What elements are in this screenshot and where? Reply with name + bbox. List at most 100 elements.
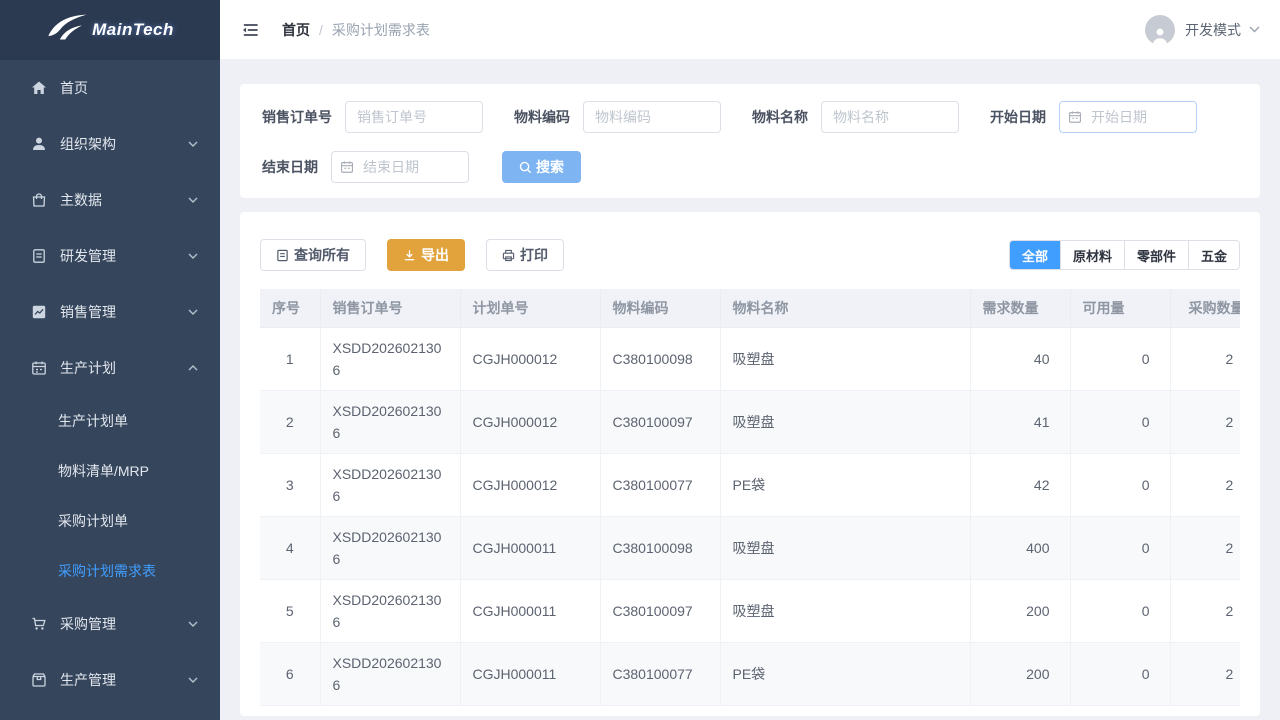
cell-demand-qty: 200 bbox=[970, 579, 1070, 642]
search-button[interactable]: 搜索 bbox=[502, 151, 581, 183]
breadcrumb-separator: / bbox=[319, 22, 323, 38]
download-icon bbox=[403, 249, 416, 262]
tab-label: 零部件 bbox=[1137, 246, 1176, 265]
end-date-input[interactable] bbox=[331, 151, 469, 183]
cell-sn: 1 bbox=[260, 327, 320, 390]
sidebar-item-label: 销售管理 bbox=[60, 302, 116, 322]
tab-all[interactable]: 全部 bbox=[1010, 241, 1060, 269]
cell-plan-no: CGJH000012 bbox=[460, 327, 600, 390]
sidebar-subitem-bom-mrp[interactable]: 物料清单/MRP bbox=[0, 446, 220, 496]
cart-icon bbox=[30, 616, 47, 633]
query-all-label: 查询所有 bbox=[294, 245, 350, 265]
category-tab-group: 全部 原材料 零部件 五金 bbox=[1009, 240, 1240, 270]
sidebar-item-home[interactable]: 首页 bbox=[0, 60, 220, 116]
tab-hardware[interactable]: 五金 bbox=[1188, 241, 1239, 269]
cell-available-qty: 0 bbox=[1070, 453, 1170, 516]
cell-purchase-qty: 2 bbox=[1170, 642, 1240, 705]
sidebar-subitem-label: 采购计划需求表 bbox=[58, 561, 156, 581]
chevron-down-icon bbox=[188, 621, 198, 627]
chart-icon bbox=[30, 304, 47, 321]
cell-material-code: C380100097 bbox=[600, 390, 720, 453]
material-name-label: 物料名称 bbox=[752, 107, 808, 127]
brand-logo: MainTech bbox=[0, 0, 220, 60]
table-panel: 查询所有 导出 打印 全部 原材料 bbox=[240, 212, 1260, 716]
sidebar-subitem-label: 生产计划单 bbox=[58, 411, 128, 431]
tab-parts[interactable]: 零部件 bbox=[1124, 241, 1188, 269]
breadcrumb-home[interactable]: 首页 bbox=[282, 20, 310, 40]
document-icon bbox=[276, 249, 289, 262]
sidebar-item-label: 生产计划 bbox=[60, 358, 116, 378]
filter-material-code: 物料编码 bbox=[514, 101, 721, 133]
user-icon bbox=[30, 136, 47, 153]
brand-name: MainTech bbox=[92, 20, 174, 40]
export-button[interactable]: 导出 bbox=[387, 239, 465, 271]
calendar-icon bbox=[30, 360, 47, 377]
sidebar-subitem-label: 采购计划单 bbox=[58, 511, 128, 531]
sidebar-subitem-production-plan-order[interactable]: 生产计划单 bbox=[0, 396, 220, 446]
cell-available-qty: 0 bbox=[1070, 516, 1170, 579]
sidebar-submenu-production-plan: 生产计划单 物料清单/MRP 采购计划单 采购计划需求表 bbox=[0, 396, 220, 596]
sidebar-subitem-purchase-plan-demand[interactable]: 采购计划需求表 bbox=[0, 546, 220, 596]
col-header-sn: 序号 bbox=[260, 289, 320, 327]
cell-material-name: 吸塑盘 bbox=[720, 579, 970, 642]
tab-label: 五金 bbox=[1201, 246, 1227, 265]
table-row: 2 XSDD2026021306 CGJH000012 C380100097 吸… bbox=[260, 390, 1240, 453]
material-code-input[interactable] bbox=[583, 101, 721, 133]
cell-sn: 4 bbox=[260, 516, 320, 579]
cell-plan-no: CGJH000011 bbox=[460, 579, 600, 642]
cell-plan-no: CGJH000011 bbox=[460, 516, 600, 579]
sidebar-item-rd-management[interactable]: 研发管理 bbox=[0, 228, 220, 284]
document-icon bbox=[30, 248, 47, 265]
sidebar-item-master-data[interactable]: 主数据 bbox=[0, 172, 220, 228]
cell-material-code: C380100077 bbox=[600, 453, 720, 516]
cell-demand-qty: 42 bbox=[970, 453, 1070, 516]
sidebar-nav: 首页 组织架构 主数据 研发管理 bbox=[0, 60, 220, 708]
query-all-button[interactable]: 查询所有 bbox=[260, 239, 366, 271]
avatar bbox=[1145, 15, 1175, 45]
sidebar-item-label: 生产管理 bbox=[60, 670, 116, 690]
material-name-input[interactable] bbox=[821, 101, 959, 133]
cell-sales-order: XSDD2026021306 bbox=[320, 453, 460, 516]
cell-material-code: C380100077 bbox=[600, 642, 720, 705]
chevron-up-icon bbox=[188, 365, 198, 371]
col-header-plan-no: 计划单号 bbox=[460, 289, 600, 327]
sidebar-subitem-purchase-plan-order[interactable]: 采购计划单 bbox=[0, 496, 220, 546]
sidebar-item-production-plan[interactable]: 生产计划 bbox=[0, 340, 220, 396]
cell-material-name: 吸塑盘 bbox=[720, 327, 970, 390]
cell-material-code: C380100098 bbox=[600, 327, 720, 390]
cell-material-code: C380100097 bbox=[600, 579, 720, 642]
cell-sales-order: XSDD2026021306 bbox=[320, 642, 460, 705]
chevron-down-icon bbox=[188, 197, 198, 203]
cell-material-name: PE袋 bbox=[720, 453, 970, 516]
cell-sn: 2 bbox=[260, 390, 320, 453]
search-icon bbox=[519, 161, 532, 174]
filter-start-date: 开始日期 bbox=[990, 101, 1197, 133]
col-header-purchase-qty: 采购数量 bbox=[1170, 289, 1240, 327]
print-button[interactable]: 打印 bbox=[486, 239, 564, 271]
cell-sales-order: XSDD2026021306 bbox=[320, 390, 460, 453]
col-header-available-qty: 可用量 bbox=[1070, 289, 1170, 327]
sidebar-item-organization[interactable]: 组织架构 bbox=[0, 116, 220, 172]
table-row: 6 XSDD2026021306 CGJH000011 C380100077 P… bbox=[260, 642, 1240, 705]
tab-raw-material[interactable]: 原材料 bbox=[1060, 241, 1124, 269]
chevron-down-icon bbox=[188, 677, 198, 683]
col-header-material-code: 物料编码 bbox=[600, 289, 720, 327]
cell-material-name: 吸塑盘 bbox=[720, 390, 970, 453]
cell-purchase-qty: 2 bbox=[1170, 516, 1240, 579]
sales-order-input[interactable] bbox=[345, 101, 483, 133]
cell-sales-order: XSDD2026021306 bbox=[320, 327, 460, 390]
sidebar: MainTech 首页 组织架构 主数据 bbox=[0, 0, 220, 720]
data-table-container[interactable]: 序号 销售订单号 计划单号 物料编码 物料名称 需求数量 可用量 采购数量 1 … bbox=[260, 289, 1240, 706]
sidebar-item-production-management[interactable]: 生产管理 bbox=[0, 652, 220, 708]
sidebar-item-procurement-management[interactable]: 采购管理 bbox=[0, 596, 220, 652]
cell-material-code: C380100098 bbox=[600, 516, 720, 579]
sidebar-collapse-icon[interactable] bbox=[240, 20, 260, 40]
sidebar-item-sales-management[interactable]: 销售管理 bbox=[0, 284, 220, 340]
cell-sn: 3 bbox=[260, 453, 320, 516]
sales-order-label: 销售订单号 bbox=[262, 107, 332, 127]
export-label: 导出 bbox=[421, 245, 449, 265]
start-date-input[interactable] bbox=[1059, 101, 1197, 133]
tab-label: 原材料 bbox=[1073, 246, 1112, 265]
cell-demand-qty: 400 bbox=[970, 516, 1070, 579]
user-menu[interactable]: 开发模式 bbox=[1145, 15, 1260, 45]
